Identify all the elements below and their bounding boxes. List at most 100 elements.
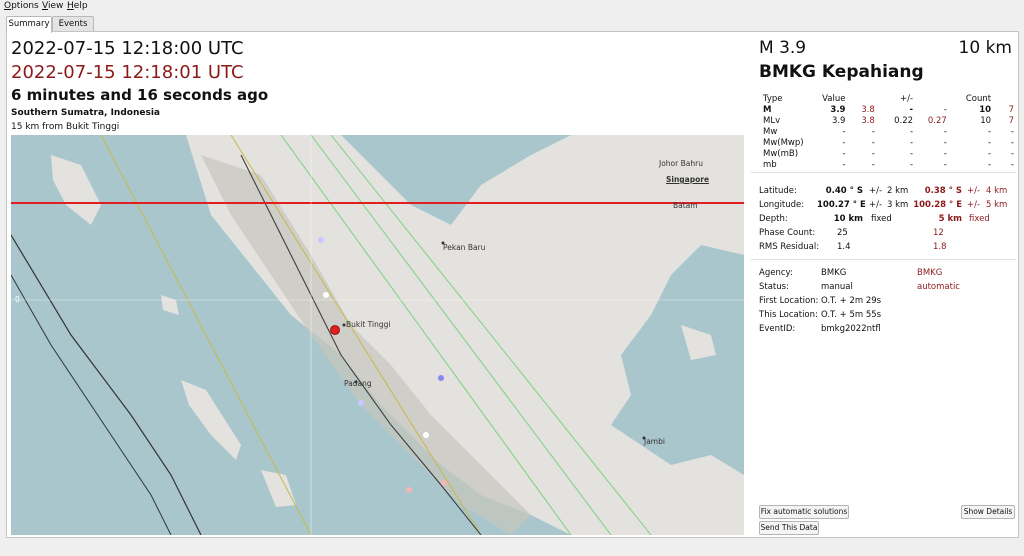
first-location-label: First Location: — [759, 296, 819, 306]
station-marker[interactable] — [423, 432, 429, 438]
send-data-button[interactable]: Send This Data — [759, 521, 819, 535]
magnitude-value: M 3.9 — [759, 38, 807, 58]
table-row[interactable]: MLv 3.9 3.8 0.22 0.27 10 7 — [759, 116, 1018, 127]
cell-pm: - — [909, 105, 914, 115]
depth-value: 10 km — [958, 38, 1012, 58]
menu-help[interactable]: Help — [67, 1, 88, 11]
station-marker[interactable] — [406, 487, 412, 493]
cell-pm: 0.22 — [894, 116, 914, 126]
latitude-ref: 0.40 ° S — [825, 186, 863, 196]
cell-count-this: 7 — [1008, 116, 1014, 126]
fix-automatic-button[interactable]: Fix automatic solutions — [759, 505, 849, 519]
pm-sign: +/- — [967, 200, 981, 210]
cell-count-this: 7 — [1008, 105, 1014, 115]
cell-value: - — [842, 160, 846, 170]
cell-value-this: - — [871, 149, 875, 159]
station-marker[interactable] — [438, 375, 444, 381]
cell-value: 3.9 — [830, 105, 846, 115]
divider — [751, 259, 1016, 260]
this-location-value: O.T. + 5m 55s — [821, 310, 882, 320]
col-blank — [917, 94, 951, 105]
cell-count: - — [988, 149, 992, 159]
cell-pm: - — [909, 149, 914, 159]
status-ref: manual — [821, 282, 853, 292]
cell-pm-this: - — [943, 105, 947, 115]
event-map[interactable]: Bukit Tinggi Pekan Baru Padang Jambi Sin… — [11, 135, 744, 535]
first-location-value: O.T. + 2m 29s — [821, 296, 882, 306]
depth-ref: 10 km — [833, 214, 863, 224]
menu-bar: Options View Help — [0, 0, 1024, 13]
latitude-this-error: 4 km — [986, 186, 1008, 196]
cell-count: 10 — [980, 116, 992, 126]
cell-type: Mw — [763, 127, 778, 137]
cell-type: Mw(mB) — [763, 149, 799, 159]
station-marker[interactable] — [323, 292, 329, 298]
phase-count-ref: 25 — [837, 228, 848, 238]
cell-value-this: 3.8 — [861, 116, 875, 126]
station-marker[interactable] — [318, 237, 324, 243]
station-marker[interactable] — [358, 400, 364, 406]
col-value: Value — [822, 94, 846, 104]
cell-pm-this: - — [943, 138, 947, 148]
latitude-this: 0.38 ° S — [924, 186, 962, 196]
map-canvas — [11, 135, 744, 535]
depth-ref-note: fixed — [871, 214, 892, 224]
label-singapore: Singapore — [666, 175, 710, 184]
magnitude-table: Type Value +/- Count M 3.9 3.8 - - 10 7 … — [759, 94, 1018, 171]
depth-label: Depth: — [759, 214, 788, 224]
cell-value-this: - — [871, 138, 875, 148]
table-row[interactable]: M 3.9 3.8 - - 10 7 — [759, 105, 1018, 116]
latitude-label: Latitude: — [759, 186, 797, 196]
table-header: Type Value +/- Count — [759, 94, 1018, 105]
rms-ref: 1.4 — [837, 242, 851, 252]
phase-count-label: Phase Count: — [759, 228, 816, 238]
longitude-ref: 100.27 ° E — [817, 200, 866, 210]
cell-count-this: - — [1010, 127, 1014, 137]
show-details-button[interactable]: Show Details — [961, 505, 1015, 519]
event-id-label: EventID: — [759, 324, 796, 334]
elapsed-time: 6 minutes and 16 seconds ago — [11, 86, 269, 104]
table-row[interactable]: Mw(Mwp) - - - - - - — [759, 138, 1018, 149]
cell-count: - — [988, 160, 992, 170]
label-bukit-tinggi: Bukit Tinggi — [346, 320, 391, 329]
label-batam: Batam — [673, 201, 698, 210]
menu-view[interactable]: View — [42, 1, 63, 11]
summary-panel: 2022-07-15 12:18:00 UTC 2022-07-15 12:18… — [6, 31, 1019, 538]
col-blank — [995, 94, 1018, 105]
cell-count-this: - — [1010, 160, 1014, 170]
station-marker[interactable] — [441, 480, 447, 486]
cell-pm: - — [909, 160, 914, 170]
status-this: automatic — [917, 282, 960, 292]
tab-events[interactable]: Events — [52, 16, 94, 32]
rms-this: 1.8 — [933, 242, 947, 252]
cell-pm-this: - — [943, 127, 947, 137]
pm-sign: +/- — [869, 200, 883, 210]
epicenter-marker[interactable] — [330, 325, 340, 335]
latitude-ref-error: 2 km — [887, 186, 909, 196]
longitude-ref-error: 3 km — [887, 200, 909, 210]
cell-type: Mw(Mwp) — [763, 138, 804, 148]
table-row[interactable]: Mw(mB) - - - - - - — [759, 149, 1018, 160]
nearest-city: 15 km from Bukit Tinggi — [11, 122, 120, 132]
cell-type: mb — [763, 160, 777, 170]
menu-options[interactable]: Options — [4, 1, 39, 11]
cell-count: 10 — [979, 105, 992, 115]
pm-sign: +/- — [869, 186, 883, 196]
cell-value: - — [842, 138, 846, 148]
origin-time-reference: 2022-07-15 12:18:00 UTC — [11, 38, 244, 59]
table-row[interactable]: mb - - - - - - — [759, 160, 1018, 171]
longitude-label: Longitude: — [759, 200, 805, 210]
event-id-value: bmkg2022ntfl — [821, 324, 881, 334]
cell-type: MLv — [763, 116, 781, 126]
table-row[interactable]: Mw - - - - - - — [759, 127, 1018, 138]
col-type: Type — [763, 94, 783, 104]
cell-type: M — [763, 105, 772, 115]
label-padang: Padang — [344, 379, 372, 388]
tab-summary[interactable]: Summary — [6, 16, 52, 33]
label-jambi: Jambi — [644, 437, 665, 446]
col-blank — [849, 94, 878, 105]
cell-pm: - — [909, 127, 914, 137]
origin-time-current: 2022-07-15 12:18:01 UTC — [11, 62, 244, 83]
longitude-this-error: 5 km — [986, 200, 1008, 210]
cell-value-this: - — [871, 127, 875, 137]
